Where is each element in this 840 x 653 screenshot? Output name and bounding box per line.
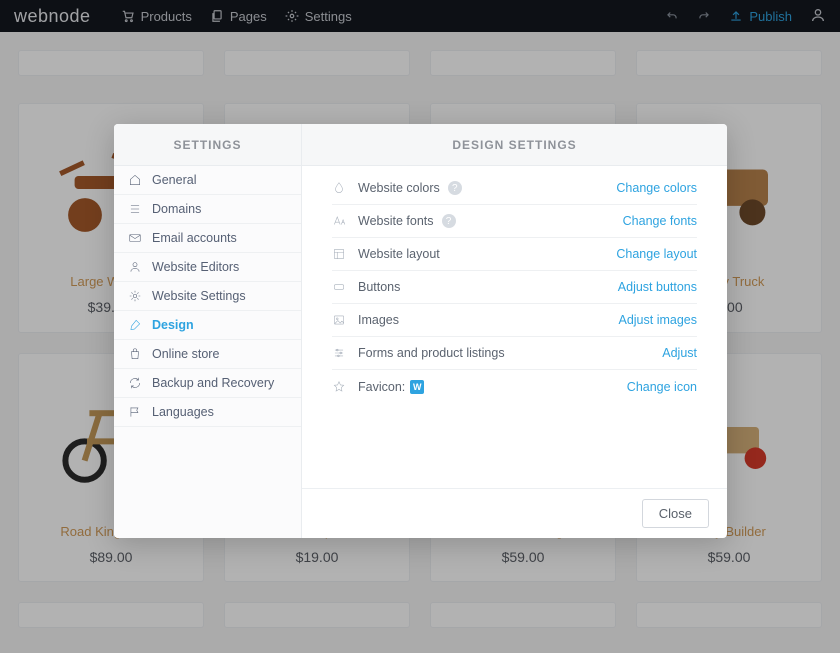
sidebar-item-label: Design	[152, 318, 194, 332]
modal-footer: Close	[302, 488, 727, 538]
user-icon	[128, 260, 142, 274]
sidebar-item-label: Languages	[152, 405, 214, 419]
modal-sidebar: SETTINGS General Domains Email accounts …	[114, 124, 302, 538]
favicon-preview: W	[410, 380, 424, 394]
sliders-icon	[332, 346, 346, 360]
change-colors-link[interactable]: Change colors	[616, 181, 697, 195]
mail-icon	[128, 231, 142, 245]
adjust-images-link[interactable]: Adjust images	[618, 313, 697, 327]
option-label: Website fonts	[358, 214, 434, 228]
sidebar-item-label: Domains	[152, 202, 201, 216]
adjust-forms-link[interactable]: Adjust	[662, 346, 697, 360]
option-label: Website layout	[358, 247, 440, 261]
list-icon	[128, 202, 142, 216]
modal-content: DESIGN SETTINGS Website colors ? Change …	[302, 124, 727, 538]
option-fonts: Website fonts ? Change fonts	[332, 205, 697, 238]
sidebar-item-design[interactable]: Design	[114, 311, 301, 340]
option-label: Website colors	[358, 181, 440, 195]
sidebar-item-website-settings[interactable]: Website Settings	[114, 282, 301, 311]
drop-icon	[332, 181, 346, 195]
sidebar-item-label: General	[152, 173, 196, 187]
gear-icon	[128, 289, 142, 303]
content-title: DESIGN SETTINGS	[302, 124, 727, 166]
option-images: Images Adjust images	[332, 304, 697, 337]
sidebar-item-label: Email accounts	[152, 231, 237, 245]
change-layout-link[interactable]: Change layout	[616, 247, 697, 261]
option-label: Favicon:	[358, 380, 405, 394]
sidebar-item-general[interactable]: General	[114, 166, 301, 195]
brush-icon	[128, 318, 142, 332]
sidebar-item-label: Website Settings	[152, 289, 246, 303]
sidebar-item-editors[interactable]: Website Editors	[114, 253, 301, 282]
help-icon[interactable]: ?	[448, 181, 462, 195]
sidebar-title: SETTINGS	[114, 124, 301, 166]
layout-icon	[332, 247, 346, 261]
sidebar-item-label: Backup and Recovery	[152, 376, 274, 390]
sidebar-item-domains[interactable]: Domains	[114, 195, 301, 224]
option-favicon: Favicon: W Change icon	[332, 370, 697, 403]
sidebar-item-label: Website Editors	[152, 260, 239, 274]
option-colors: Website colors ? Change colors	[332, 172, 697, 205]
settings-modal: SETTINGS General Domains Email accounts …	[114, 124, 727, 538]
flag-icon	[128, 405, 142, 419]
bag-icon	[128, 347, 142, 361]
button-icon	[332, 280, 346, 294]
help-icon[interactable]: ?	[442, 214, 456, 228]
close-button[interactable]: Close	[642, 499, 709, 528]
option-layout: Website layout Change layout	[332, 238, 697, 271]
star-icon	[332, 380, 346, 394]
option-label: Buttons	[358, 280, 400, 294]
sidebar-item-languages[interactable]: Languages	[114, 398, 301, 427]
change-favicon-link[interactable]: Change icon	[627, 380, 697, 394]
sidebar-item-label: Online store	[152, 347, 219, 361]
option-buttons: Buttons Adjust buttons	[332, 271, 697, 304]
adjust-buttons-link[interactable]: Adjust buttons	[618, 280, 697, 294]
sidebar-item-store[interactable]: Online store	[114, 340, 301, 369]
option-label: Images	[358, 313, 399, 327]
change-fonts-link[interactable]: Change fonts	[623, 214, 697, 228]
sidebar-item-backup[interactable]: Backup and Recovery	[114, 369, 301, 398]
refresh-icon	[128, 376, 142, 390]
sidebar-item-email[interactable]: Email accounts	[114, 224, 301, 253]
option-label: Forms and product listings	[358, 346, 505, 360]
font-icon	[332, 214, 346, 228]
home-icon	[128, 173, 142, 187]
image-icon	[332, 313, 346, 327]
option-forms: Forms and product listings Adjust	[332, 337, 697, 370]
